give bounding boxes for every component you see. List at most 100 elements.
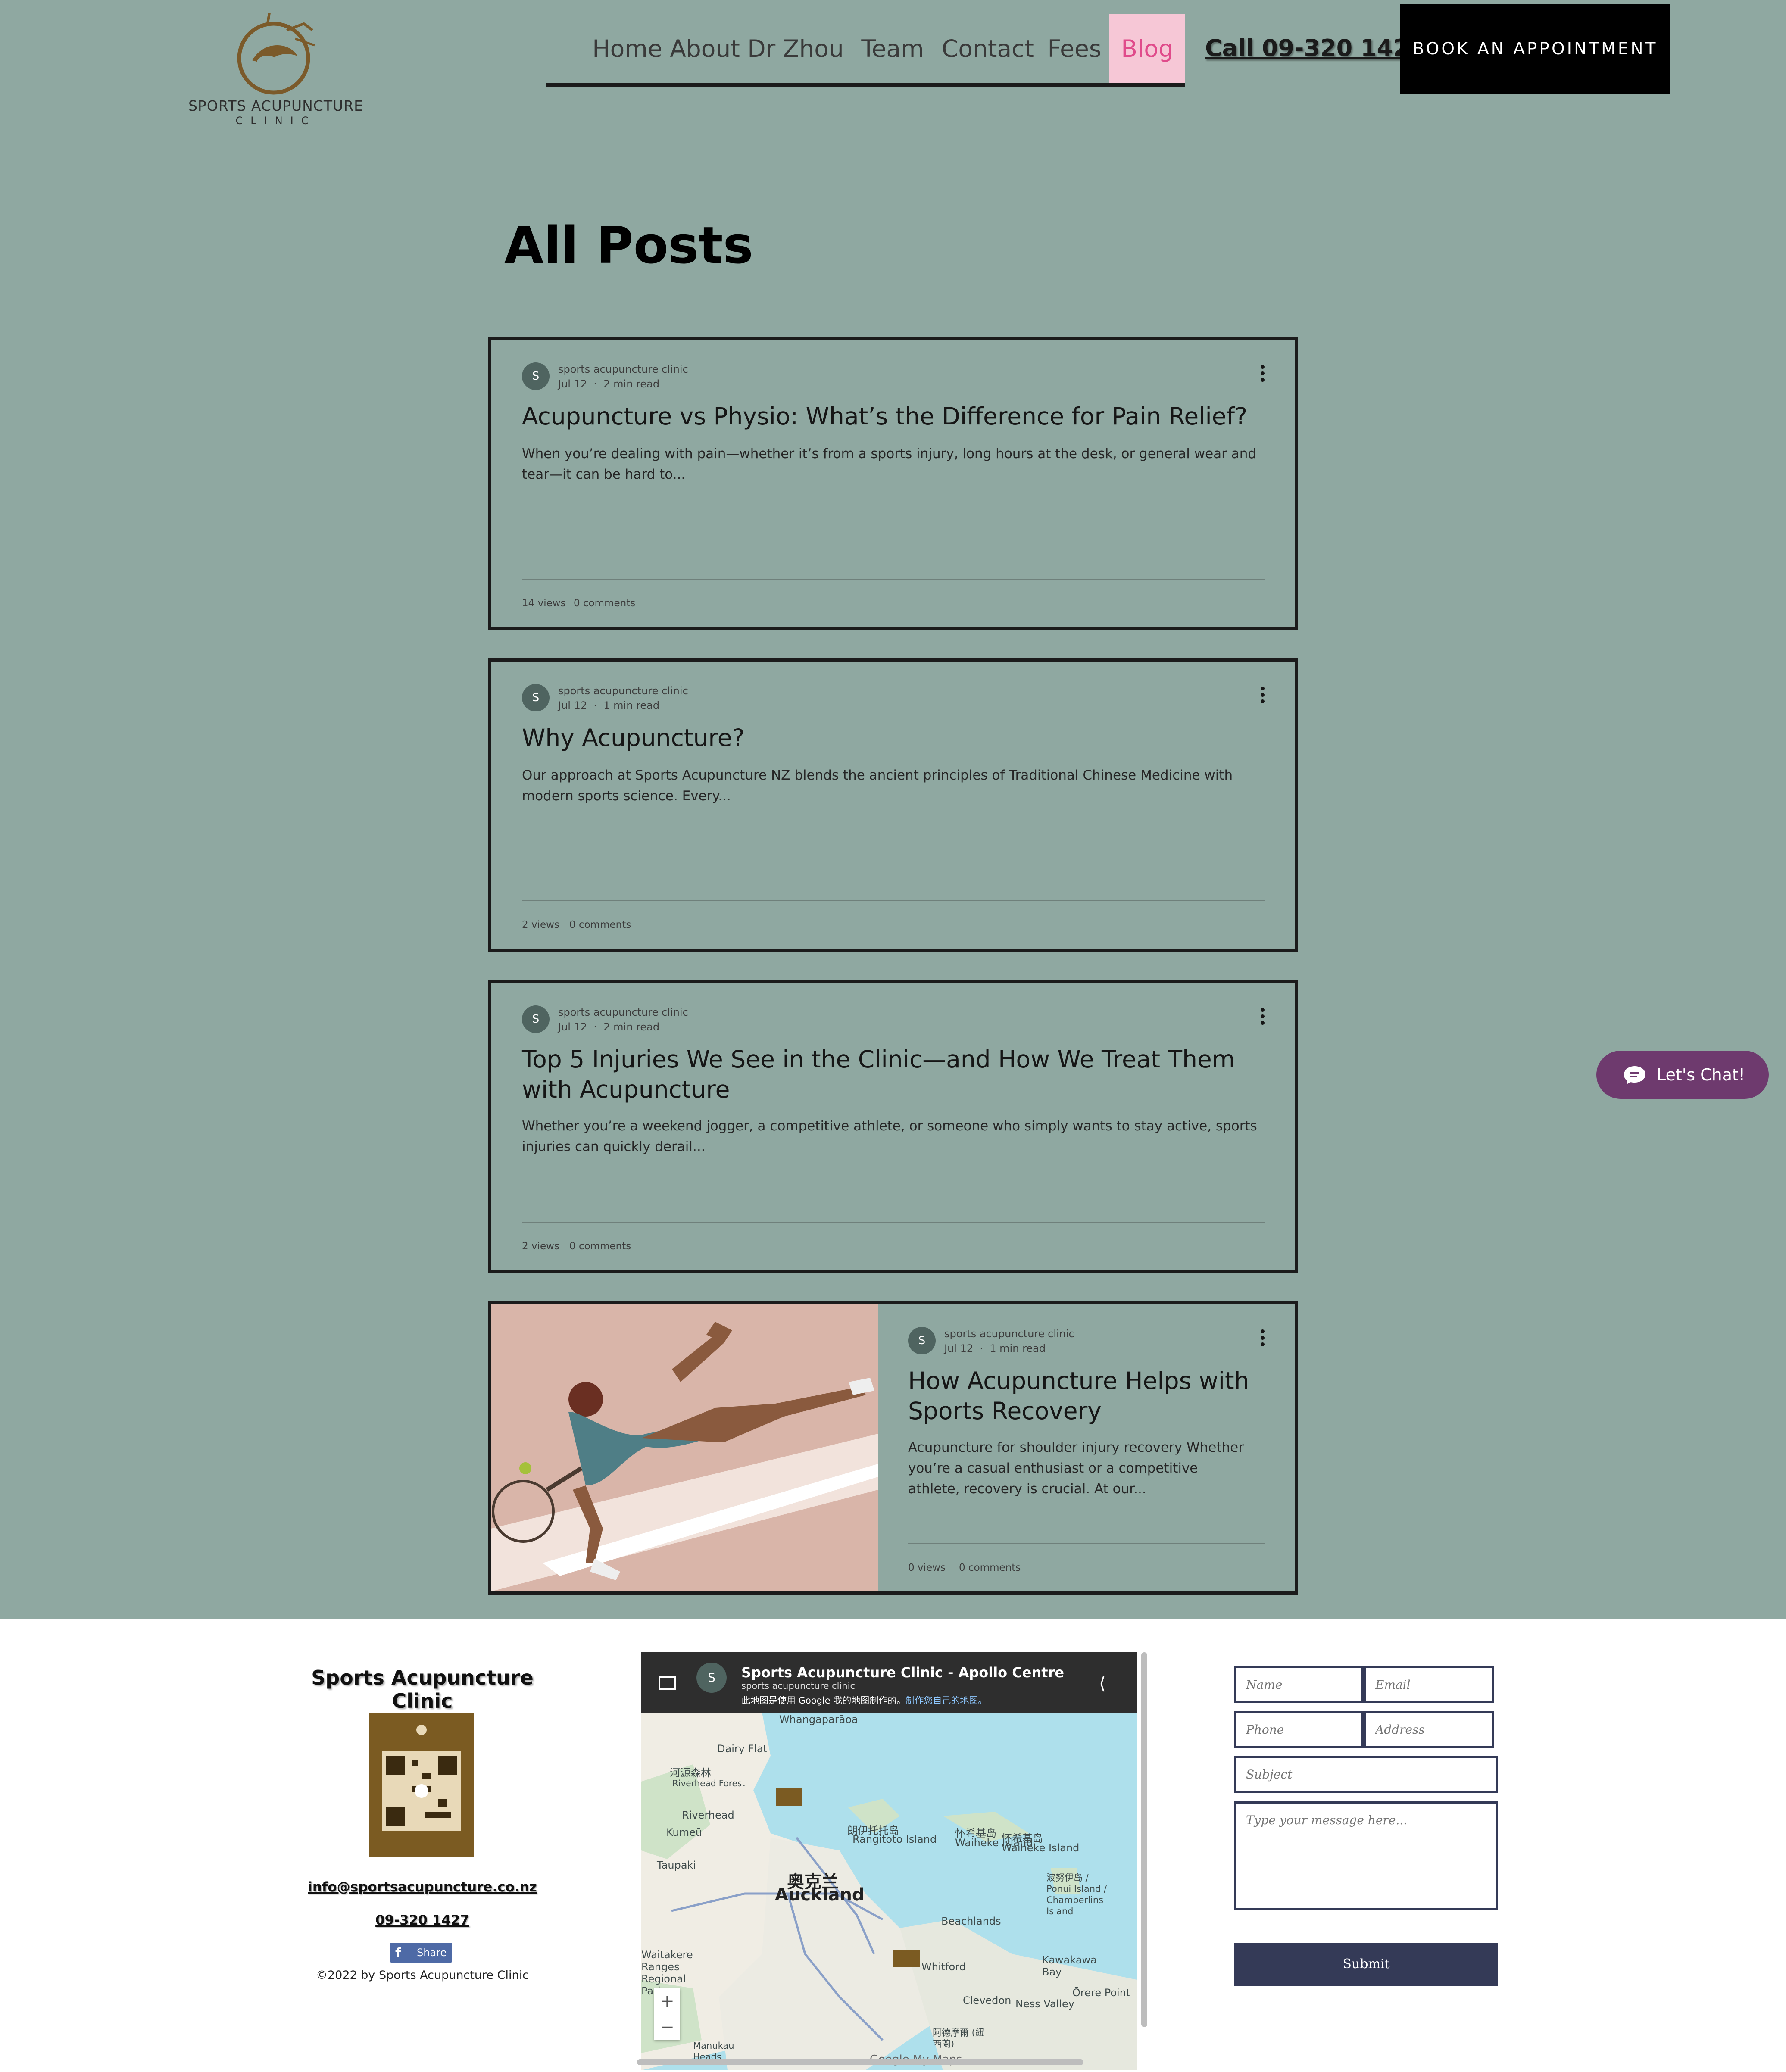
post-meta: Jul 12 · 1 min read (944, 1342, 1046, 1354)
post-excerpt[interactable]: Whether you’re a weekend jogger, a compe… (522, 1116, 1268, 1157)
view-count: 2 views (522, 919, 559, 930)
phone-field[interactable] (1234, 1711, 1364, 1748)
acupuncture-logo-icon (237, 13, 315, 95)
post-card[interactable]: S sports acupuncture clinic Jul 12 · 1 m… (488, 658, 1298, 952)
post-card[interactable]: S sports acupuncture clinic Jul 12 · 1 m… (488, 1301, 1298, 1595)
map-label: Ness Valley (1015, 1998, 1074, 2010)
message-field[interactable] (1234, 1801, 1498, 1910)
read-time: 1 min read (990, 1342, 1046, 1354)
author-avatar[interactable]: S (908, 1327, 936, 1354)
map-label: Dairy Flat (717, 1743, 768, 1755)
more-actions-icon[interactable] (1254, 362, 1271, 388)
more-actions-icon[interactable] (1254, 684, 1271, 710)
post-meta: Jul 12 · 2 min read (558, 1021, 660, 1033)
name-field[interactable] (1234, 1666, 1364, 1703)
map-note-link[interactable]: 制作您自己的地图。 (905, 1695, 987, 1706)
share-label: Share (417, 1947, 447, 1959)
map-vertical-scrollbar[interactable] (1141, 1652, 1147, 2027)
map-label: Clevedon (963, 1994, 1012, 2006)
post-date: Jul 12 (558, 378, 587, 390)
post-divider (522, 579, 1265, 580)
map-owner-avatar: S (696, 1663, 727, 1693)
sidebar-toggle-icon[interactable] (659, 1676, 676, 1690)
post-divider (522, 1222, 1265, 1223)
post-meta: Jul 12 · 1 min read (558, 699, 660, 711)
post-card[interactable]: S sports acupuncture clinic Jul 12 · 2 m… (488, 337, 1298, 630)
comment-count[interactable]: 0 comments (959, 1562, 1021, 1573)
post-title[interactable]: Acupuncture vs Physio: What’s the Differ… (522, 401, 1263, 431)
map-label: Riverhead (682, 1809, 734, 1821)
facebook-share-button[interactable]: f Share (390, 1943, 452, 1963)
tennis-player-image[interactable] (491, 1304, 878, 1591)
map-label: 阿德摩爾 (紐西蘭) (933, 2028, 984, 2049)
map-label: 波努伊岛 / Ponui Island / Chamberlins Island (1046, 1872, 1107, 1916)
post-excerpt[interactable]: Our approach at Sports Acupuncture NZ bl… (522, 765, 1268, 806)
chat-bubble-icon (1624, 1066, 1645, 1084)
view-count: 2 views (522, 1241, 559, 1252)
page-title: All Posts (504, 215, 753, 275)
map-note-text: 此地图是使用 Google 我的地图制作的。 (741, 1695, 906, 1706)
post-title[interactable]: Top 5 Injuries We See in the Clinic—and … (522, 1044, 1263, 1105)
read-time: 2 min read (603, 378, 660, 390)
comment-count[interactable]: 0 comments (569, 1241, 631, 1252)
nav-team[interactable]: Team (846, 14, 940, 83)
google-map-embed[interactable]: S Sports Acupuncture Clinic - Apollo Cen… (641, 1652, 1137, 2070)
more-actions-icon[interactable] (1254, 1005, 1271, 1031)
author-name[interactable]: sports acupuncture clinic (558, 363, 688, 375)
more-actions-icon[interactable] (1254, 1327, 1271, 1353)
site-logo[interactable]: SPORTS ACUPUNCTURE CLINIC (185, 13, 366, 129)
submit-button[interactable]: Submit (1234, 1943, 1498, 1986)
book-appointment-button[interactable]: BOOK AN APPOINTMENT (1400, 4, 1670, 94)
map-label: Riverhead Forest (672, 1778, 746, 1788)
post-date: Jul 12 (944, 1342, 974, 1354)
post-divider (908, 1543, 1265, 1544)
zoom-out-icon[interactable]: − (654, 2014, 680, 2040)
map-label: Kumeū (666, 1826, 703, 1838)
wechat-qr-code-icon (369, 1713, 474, 1857)
map-horizontal-scrollbar[interactable] (637, 2059, 1083, 2065)
author-avatar[interactable]: S (522, 1005, 550, 1033)
map-label: Whangaparāoa (779, 1713, 858, 1726)
map-label: 河源森林 (670, 1767, 711, 1779)
read-time: 2 min read (603, 1021, 660, 1033)
logo-subtitle: CLINIC (235, 115, 316, 127)
author-name[interactable]: sports acupuncture clinic (944, 1328, 1074, 1340)
call-phone-link[interactable]: Call 09-320 1427 (1205, 34, 1425, 62)
nav-fees[interactable]: Fees (1038, 14, 1111, 83)
site-footer: Sports Acupuncture Clinic info@sportsacu… (0, 1619, 1786, 2072)
map-label: Ōrere Point (1072, 1987, 1130, 1999)
post-meta: Jul 12 · 2 min read (558, 378, 660, 390)
map-header: S Sports Acupuncture Clinic - Apollo Cen… (641, 1652, 1137, 1713)
post-date: Jul 12 (558, 1021, 587, 1033)
author-avatar[interactable]: S (522, 362, 550, 390)
comment-count[interactable]: 0 comments (569, 919, 631, 930)
map-title[interactable]: Sports Acupuncture Clinic - Apollo Centr… (741, 1664, 1064, 1681)
footer-email-link[interactable]: info@sportsacupuncture.co.nz (302, 1879, 543, 1895)
copyright: ©2022 by Sports Acupuncture Clinic (315, 1969, 529, 1982)
map-label: Taupaki (657, 1859, 696, 1871)
map-zoom-controls: + − (654, 1988, 680, 2040)
nav-contact[interactable]: Contact (929, 14, 1046, 83)
post-card[interactable]: S sports acupuncture clinic Jul 12 · 2 m… (488, 980, 1298, 1273)
post-excerpt[interactable]: When you’re dealing with pain—whether it… (522, 443, 1268, 485)
map-label: Kawakawa Bay (1042, 1954, 1097, 1978)
share-icon[interactable]: ⟨ (1099, 1674, 1106, 1694)
subject-field[interactable] (1234, 1756, 1498, 1793)
view-count: 14 views (522, 598, 566, 609)
nav-about-dr-zhou[interactable]: About Dr Zhou (662, 14, 852, 83)
post-title[interactable]: How Acupuncture Helps with Sports Recove… (908, 1366, 1261, 1426)
comment-count[interactable]: 0 comments (574, 598, 635, 609)
zoom-in-icon[interactable]: + (654, 1988, 680, 2014)
nav-blog[interactable]: Blog (1109, 14, 1185, 83)
footer-phone-link[interactable]: 09-320 1427 (302, 1913, 543, 1928)
chat-button[interactable]: Let's Chat! (1596, 1051, 1769, 1099)
map-label: Waiheke Island (1002, 1842, 1080, 1854)
map-label: Auckland (775, 1885, 865, 1905)
author-name[interactable]: sports acupuncture clinic (558, 1006, 688, 1018)
email-field[interactable] (1364, 1666, 1494, 1703)
author-name[interactable]: sports acupuncture clinic (558, 685, 688, 697)
address-field[interactable] (1364, 1711, 1494, 1748)
post-excerpt[interactable]: Acupuncture for shoulder injury recovery… (908, 1437, 1244, 1499)
post-title[interactable]: Why Acupuncture? (522, 723, 1263, 753)
author-avatar[interactable]: S (522, 684, 550, 711)
